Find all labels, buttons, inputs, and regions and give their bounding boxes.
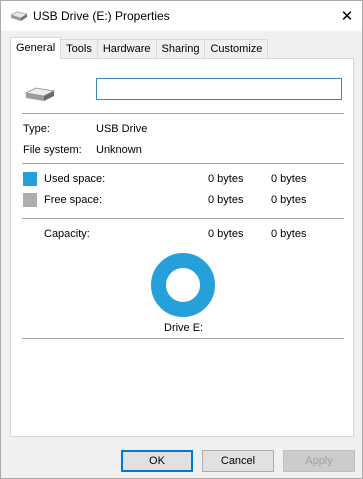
capacity-label: Capacity: bbox=[44, 228, 90, 240]
used-space-swatch bbox=[23, 172, 37, 186]
properties-window: USB Drive (E:) Properties ✕ General Tool… bbox=[0, 0, 363, 479]
drive-label: Drive E: bbox=[164, 322, 204, 334]
used-space-size: 0 bytes bbox=[271, 173, 307, 185]
free-space-swatch bbox=[23, 193, 37, 207]
separator bbox=[22, 338, 344, 339]
tab-sharing[interactable]: Sharing bbox=[156, 39, 206, 59]
free-space-bytes: 0 bytes bbox=[208, 194, 244, 206]
tab-general[interactable]: General bbox=[10, 37, 62, 59]
title-bar[interactable]: USB Drive (E:) Properties ✕ bbox=[1, 1, 362, 31]
used-space-bytes: 0 bytes bbox=[208, 173, 244, 185]
tab-customize[interactable]: Customize bbox=[205, 39, 269, 59]
usb-drive-icon bbox=[25, 87, 55, 101]
separator bbox=[22, 163, 344, 164]
tab-tools[interactable]: Tools bbox=[61, 39, 98, 59]
separator bbox=[22, 113, 344, 114]
file-system-value: Unknown bbox=[96, 144, 142, 156]
capacity-size: 0 bytes bbox=[271, 228, 307, 240]
general-panel: Type: USB Drive File system: Unknown Use… bbox=[10, 58, 354, 437]
tab-hardware[interactable]: Hardware bbox=[97, 39, 157, 59]
ok-button[interactable]: OK bbox=[121, 450, 193, 472]
drive-name-input[interactable] bbox=[96, 78, 342, 100]
type-label: Type: bbox=[23, 123, 50, 135]
window-title: USB Drive (E:) Properties bbox=[33, 9, 170, 23]
close-button[interactable]: ✕ bbox=[332, 1, 362, 30]
separator bbox=[22, 218, 344, 219]
apply-button[interactable]: Apply bbox=[283, 450, 355, 472]
cancel-button[interactable]: Cancel bbox=[202, 450, 274, 472]
type-value: USB Drive bbox=[96, 123, 148, 135]
file-system-label: File system: bbox=[23, 144, 82, 156]
close-icon: ✕ bbox=[340, 7, 354, 25]
free-space-label: Free space: bbox=[44, 194, 103, 206]
usb-drive-icon bbox=[10, 11, 28, 21]
disk-usage-ring bbox=[151, 253, 215, 317]
capacity-bytes: 0 bytes bbox=[208, 228, 244, 240]
tab-strip: General Tools Hardware Sharing Customize bbox=[10, 37, 269, 59]
used-space-label: Used space: bbox=[44, 173, 106, 185]
free-space-size: 0 bytes bbox=[271, 194, 307, 206]
